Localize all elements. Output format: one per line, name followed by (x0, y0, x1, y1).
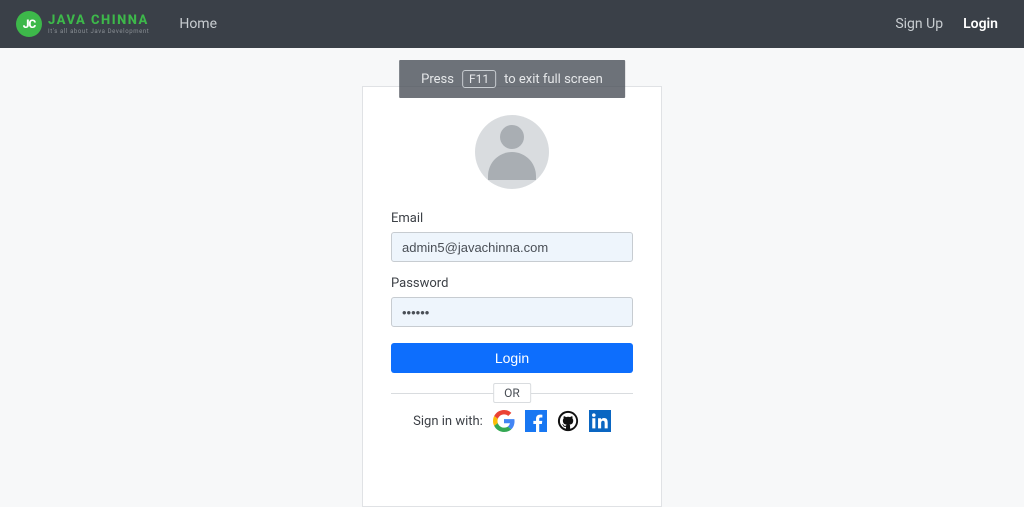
login-button[interactable]: Login (391, 343, 633, 373)
divider: OR (391, 393, 633, 394)
divider-label: OR (493, 383, 531, 403)
brand-logo-icon: JC (16, 11, 42, 37)
nav-login[interactable]: Login (953, 16, 1008, 32)
login-card: Email Password Login OR Sign in with: (362, 86, 662, 507)
brand-text: JAVA CHINNA It's all about Java Developm… (48, 14, 149, 35)
signin-with-label: Sign in with: (413, 414, 483, 429)
avatar-icon (475, 115, 549, 189)
nav-home[interactable]: Home (169, 16, 227, 32)
page-area: Press F11 to exit full screen Email Pass… (0, 48, 1024, 507)
fullscreen-hint: Press F11 to exit full screen (399, 60, 625, 98)
password-label: Password (391, 276, 633, 291)
brand-name: JAVA CHINNA (48, 14, 149, 27)
password-field[interactable] (391, 297, 633, 327)
github-icon[interactable] (557, 410, 579, 432)
navbar-right: Sign Up Login (885, 16, 1008, 32)
avatar-wrap (391, 115, 633, 189)
brand-tagline: It's all about Java Development (48, 29, 149, 35)
fs-key: F11 (462, 70, 496, 88)
navbar: JC JAVA CHINNA It's all about Java Devel… (0, 0, 1024, 48)
nav-signup[interactable]: Sign Up (885, 16, 953, 32)
social-icons (493, 410, 611, 432)
email-label: Email (391, 211, 633, 226)
email-field[interactable] (391, 232, 633, 262)
signin-row: Sign in with: (391, 410, 633, 432)
facebook-icon[interactable] (525, 410, 547, 432)
fs-hint-post: to exit full screen (504, 72, 603, 87)
brand[interactable]: JC JAVA CHINNA It's all about Java Devel… (16, 11, 149, 37)
linkedin-icon[interactable] (589, 410, 611, 432)
fs-hint-pre: Press (421, 72, 454, 87)
google-icon[interactable] (493, 410, 515, 432)
